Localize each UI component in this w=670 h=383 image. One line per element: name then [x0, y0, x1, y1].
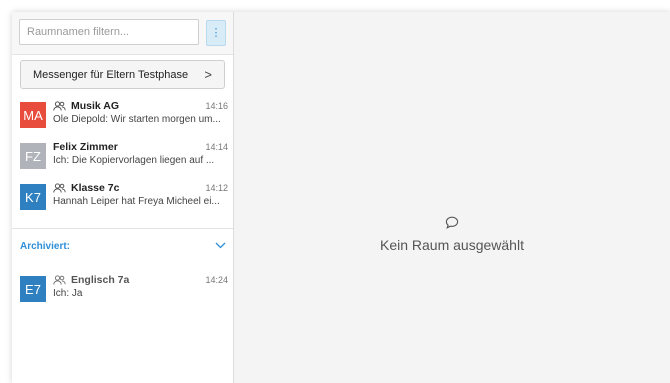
chat-bubble-icon [445, 216, 459, 229]
section-divider [12, 228, 233, 229]
main-content-empty: Kein Raum ausgewählt [234, 12, 670, 383]
room-item-musik-ag[interactable]: MA Musik AG 14:16 Ole Diepold: Wir start… [20, 98, 228, 132]
room-title: Musik AG [53, 100, 119, 112]
chevron-right-icon: > [204, 67, 212, 82]
group-icon [53, 275, 66, 285]
app-window: ⋮ Messenger für Eltern Testphase > MA Mu… [12, 12, 670, 383]
room-preview: Ole Diepold: Wir starten morgen um... [53, 114, 221, 125]
room-preview: Hannah Leiper hat Freya Micheel ei... [53, 196, 220, 207]
room-avatar: K7 [20, 184, 46, 210]
room-time: 14:16 [205, 101, 228, 111]
group-icon [53, 101, 66, 111]
room-sidebar: ⋮ Messenger für Eltern Testphase > MA Mu… [12, 12, 234, 383]
room-title: Englisch 7a [53, 274, 129, 286]
messenger-button-label: Messenger für Eltern Testphase [33, 68, 189, 81]
room-preview: Ich: Ja [53, 288, 83, 299]
room-time: 14:24 [205, 275, 228, 285]
room-item-klasse-7c[interactable]: K7 Klasse 7c 14:12 Hannah Leiper hat Fre… [20, 180, 228, 214]
room-title-text: Musik AG [71, 100, 120, 112]
empty-state-text: Kein Raum ausgewählt [380, 237, 524, 253]
room-time: 14:14 [205, 142, 228, 152]
room-title: Felix Zimmer [53, 141, 118, 153]
room-title-text: Klasse 7c [71, 182, 120, 194]
messenger-testphase-button[interactable]: Messenger für Eltern Testphase > [20, 60, 225, 89]
room-preview: Ich: Die Kopiervorlagen liegen auf ... [53, 155, 215, 166]
room-avatar: MA [20, 102, 46, 128]
room-avatar: E7 [20, 276, 46, 302]
filter-bar: ⋮ [12, 12, 233, 55]
room-time: 14:12 [205, 183, 228, 193]
room-item-englisch-7a[interactable]: E7 Englisch 7a 14:24 Ich: Ja [20, 272, 228, 306]
group-icon [53, 183, 66, 193]
room-filter-input[interactable] [19, 19, 199, 45]
room-title: Klasse 7c [53, 182, 119, 194]
options-menu-button[interactable]: ⋮ [206, 20, 226, 46]
room-title-text: Englisch 7a [71, 274, 130, 286]
room-avatar: FZ [20, 143, 46, 169]
room-item-felix-zimmer[interactable]: FZ Felix Zimmer 14:14 Ich: Die Kopiervor… [20, 139, 228, 173]
archived-section-label[interactable]: Archiviert: [20, 241, 70, 252]
room-title-text: Felix Zimmer [53, 141, 118, 153]
kebab-icon: ⋮ [210, 26, 222, 39]
chevron-down-icon[interactable] [215, 241, 226, 249]
